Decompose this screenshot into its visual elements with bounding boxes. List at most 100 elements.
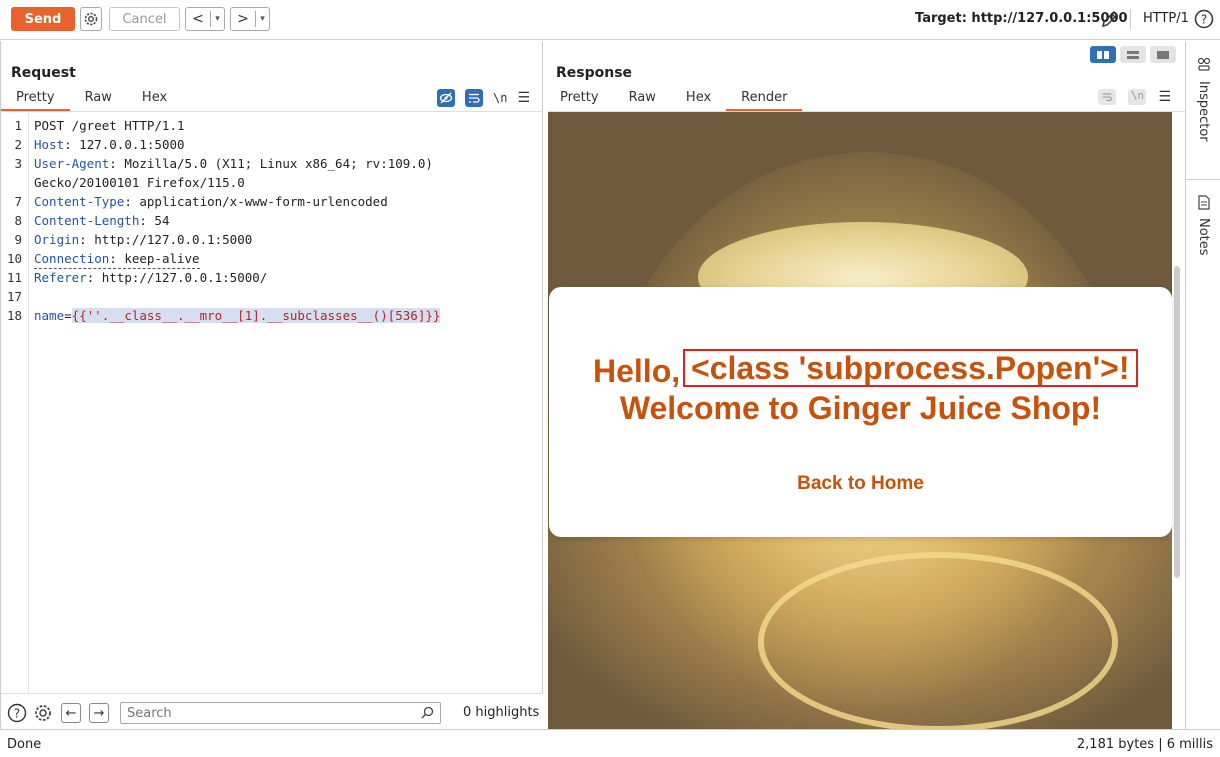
header-line: 3 User-Agent: Mozilla/5.0 (X11; Linux x8… <box>1 154 541 173</box>
line-number: 9 <box>14 232 22 247</box>
response-title: Response <box>556 65 633 81</box>
cancel-button[interactable]: Cancel <box>109 7 180 31</box>
body-param-text: name={{''.__class__.__mro__[1].__subclas… <box>34 306 441 325</box>
header-line: 2 Host: 127.0.0.1:5000 <box>1 135 541 154</box>
search-icon <box>421 706 434 719</box>
header-value: application/x-www-form-urlencoded <box>131 194 388 209</box>
header-line: 11 Referer: http://127.0.0.1:5000/ <box>1 268 541 287</box>
request-line-text: POST /greet HTTP/1.1 <box>34 118 185 133</box>
header-value: 127.0.0.1:5000 <box>71 137 185 152</box>
settings-button[interactable] <box>80 7 102 31</box>
help-icon[interactable]: ? <box>1194 9 1214 29</box>
header-value: Mozilla/5.0 (X11; Linux x86_64; rv:109.0… <box>116 156 433 171</box>
request-tab-hex[interactable]: Hex <box>127 90 182 111</box>
header-line-text: Content-Type: application/x-www-form-url… <box>34 194 388 209</box>
request-pane: Request Pretty Raw Hex \n ☰ 1 POST /gree… <box>0 41 543 729</box>
layout-side-by-side-button[interactable] <box>1090 46 1116 63</box>
line-number: 18 <box>6 308 22 323</box>
param-equals: = <box>64 308 72 323</box>
response-tab-render[interactable]: Render <box>726 90 803 111</box>
response-tab-hex[interactable]: Hex <box>671 90 726 111</box>
response-scrollbar[interactable] <box>1174 266 1180 578</box>
response-wrap-toggle[interactable] <box>1098 89 1117 105</box>
send-button[interactable]: Send <box>11 7 75 31</box>
inspector-icon <box>1197 57 1210 71</box>
response-menu-icon[interactable]: ☰ <box>1158 89 1171 105</box>
notes-icon <box>1197 195 1210 210</box>
help-icon[interactable]: ? <box>7 703 27 723</box>
wrap-lines-toggle[interactable] <box>464 89 483 107</box>
request-tab-divider <box>1 111 543 112</box>
line-number: 11 <box>6 270 22 285</box>
header-line-text: Origin: http://127.0.0.1:5000 <box>34 232 253 247</box>
header-name: Referer <box>34 270 87 285</box>
back-to-home-link[interactable]: Back to Home <box>549 473 1172 495</box>
edit-target-icon[interactable] <box>1100 9 1120 29</box>
line-number: 2 <box>14 137 22 152</box>
inspector-tab[interactable]: Inspector <box>1186 57 1220 142</box>
hide-non-printable-toggle[interactable] <box>436 89 455 107</box>
eye-slash-icon <box>439 92 453 104</box>
line-number: 8 <box>14 213 22 228</box>
header-name: User-Agent <box>34 156 110 171</box>
layout-switcher <box>1090 46 1176 63</box>
header-line-text: Gecko/20100101 Firefox/115.0 <box>34 175 245 190</box>
param-value-selected[interactable]: {{''.__class__.__mro__[1].__subclasses__… <box>71 308 441 323</box>
welcome-text: Welcome to Ginger Juice Shop! <box>619 390 1102 426</box>
request-tab-pretty[interactable]: Pretty <box>1 90 70 111</box>
single-pane-icon <box>1157 50 1169 59</box>
svg-text:?: ? <box>14 707 20 721</box>
status-bar: Done 2,181 bytes | 6 millis <box>0 729 1220 757</box>
header-value: 54 <box>146 213 170 228</box>
line-number: 7 <box>14 194 22 209</box>
header-name: Content-Type <box>34 194 125 209</box>
header-line-continued: Gecko/20100101 Firefox/115.0 <box>1 173 541 192</box>
request-menu-icon[interactable]: ☰ <box>517 90 530 106</box>
gear-icon[interactable] <box>33 703 53 723</box>
history-back-button[interactable]: < ▾ <box>185 7 225 31</box>
request-line: 1 POST /greet HTTP/1.1 <box>1 116 541 135</box>
gear-icon <box>84 12 98 26</box>
layout-stacked-button[interactable] <box>1120 46 1146 63</box>
notes-tab[interactable]: Notes <box>1186 195 1220 256</box>
svg-text:?: ? <box>1201 13 1207 27</box>
response-tab-raw[interactable]: Raw <box>614 90 671 111</box>
highlights-count: 0 highlights <box>463 705 540 720</box>
background-lemon-rim <box>758 552 1118 729</box>
request-view-options: \n ☰ <box>436 89 530 107</box>
sidebar-divider <box>1186 179 1220 180</box>
request-editor[interactable]: 1 POST /greet HTTP/1.1 2 Host: 127.0.0.1… <box>1 113 543 693</box>
status-text: Done <box>7 737 42 752</box>
history-forward-button[interactable]: > ▾ <box>230 7 270 31</box>
response-size-timing: 2,181 bytes | 6 millis <box>1076 737 1213 752</box>
hello-text: Hello, <box>593 353 681 389</box>
wrap-lines-icon <box>1103 93 1113 101</box>
request-tab-raw[interactable]: Raw <box>70 90 127 111</box>
protocol-label[interactable]: HTTP/1 <box>1143 11 1189 26</box>
top-toolbar: Send Cancel < ▾ > ▾ Target: http://127.0… <box>0 0 1220 40</box>
response-tabs: Pretty Raw Hex Render <box>545 90 803 111</box>
param-name: name <box>34 308 65 323</box>
next-match-button[interactable]: → <box>89 703 109 723</box>
inspector-label: Inspector <box>1196 81 1211 142</box>
forward-dropdown-icon[interactable]: ▾ <box>255 11 269 27</box>
columns-icon <box>1097 50 1109 59</box>
show-newlines-toggle[interactable]: \n <box>493 91 507 105</box>
back-dropdown-icon[interactable]: ▾ <box>210 11 224 27</box>
line-number: 1 <box>14 118 22 133</box>
header-line-text: User-Agent: Mozilla/5.0 (X11; Linux x86_… <box>34 156 433 171</box>
previous-match-button[interactable]: ← <box>61 703 81 723</box>
response-tab-pretty[interactable]: Pretty <box>545 90 614 111</box>
response-newlines-toggle[interactable]: \n <box>1128 89 1147 105</box>
arrow-right-icon: → <box>93 705 105 721</box>
header-line-text: Connection: keep-alive <box>34 249 200 269</box>
header-name: Content-Length <box>34 213 140 228</box>
search-input[interactable] <box>120 702 441 724</box>
header-name: Host <box>34 137 65 152</box>
rows-icon <box>1127 50 1139 59</box>
layout-tabbed-button[interactable] <box>1150 46 1176 63</box>
greeting-card: Hello, <class 'subprocess.Popen'>! Welco… <box>549 287 1172 537</box>
blank-line: 17 <box>1 287 541 306</box>
line-number: 10 <box>6 251 22 266</box>
line-number: 3 <box>14 156 22 171</box>
